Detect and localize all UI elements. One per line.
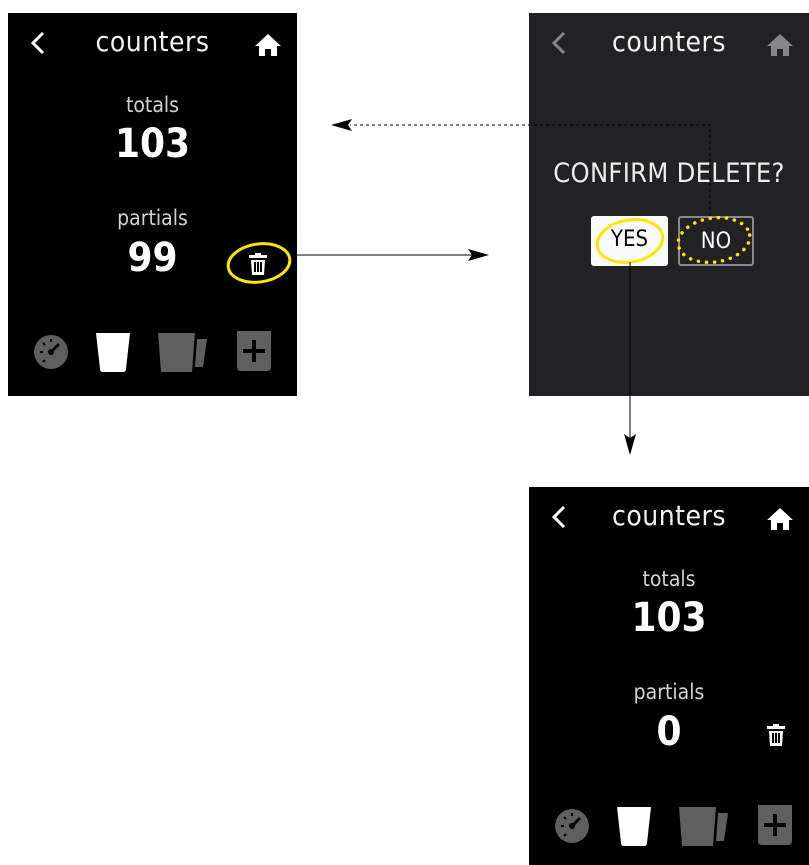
speedometer-icon[interactable]	[553, 805, 591, 845]
add-icon[interactable]	[758, 805, 792, 845]
home-icon[interactable]	[766, 33, 794, 57]
totals-value: 103	[631, 595, 707, 641]
speedometer-icon[interactable]	[32, 331, 70, 371]
cup-icon[interactable]	[616, 805, 652, 847]
yes-button[interactable]: YES	[591, 216, 668, 266]
tab-bar	[529, 805, 809, 849]
jug-icon[interactable]	[157, 331, 209, 373]
tab-bar	[8, 331, 297, 375]
trash-icon[interactable]	[767, 724, 785, 746]
totals-value: 103	[114, 121, 191, 167]
confirm-message: CONFIRM DELETE?	[553, 158, 785, 189]
home-icon[interactable]	[766, 507, 794, 531]
trash-icon[interactable]	[249, 253, 267, 275]
totals-label: totals	[642, 567, 696, 591]
no-button[interactable]: NO	[678, 216, 754, 266]
cup-icon[interactable]	[95, 331, 131, 373]
arrow-to-after-head	[624, 434, 636, 455]
home-icon[interactable]	[254, 33, 282, 57]
header: counters	[529, 25, 809, 65]
counters-screen-after: counters totals 103 partials 0	[529, 487, 809, 865]
header: counters	[529, 499, 809, 539]
add-icon[interactable]	[237, 331, 271, 371]
arrow-no-back-head	[331, 119, 352, 131]
totals-label: totals	[125, 93, 180, 117]
partials-label: partials	[633, 680, 705, 704]
partials-label: partials	[117, 206, 188, 230]
arrow-to-confirm-head	[468, 249, 489, 261]
header: counters	[8, 25, 297, 65]
jug-icon[interactable]	[678, 805, 730, 847]
counters-screen-before: counters totals 103 partials 99	[8, 13, 297, 396]
confirm-delete-screen: counters CONFIRM DELETE? YES NO	[529, 13, 809, 396]
